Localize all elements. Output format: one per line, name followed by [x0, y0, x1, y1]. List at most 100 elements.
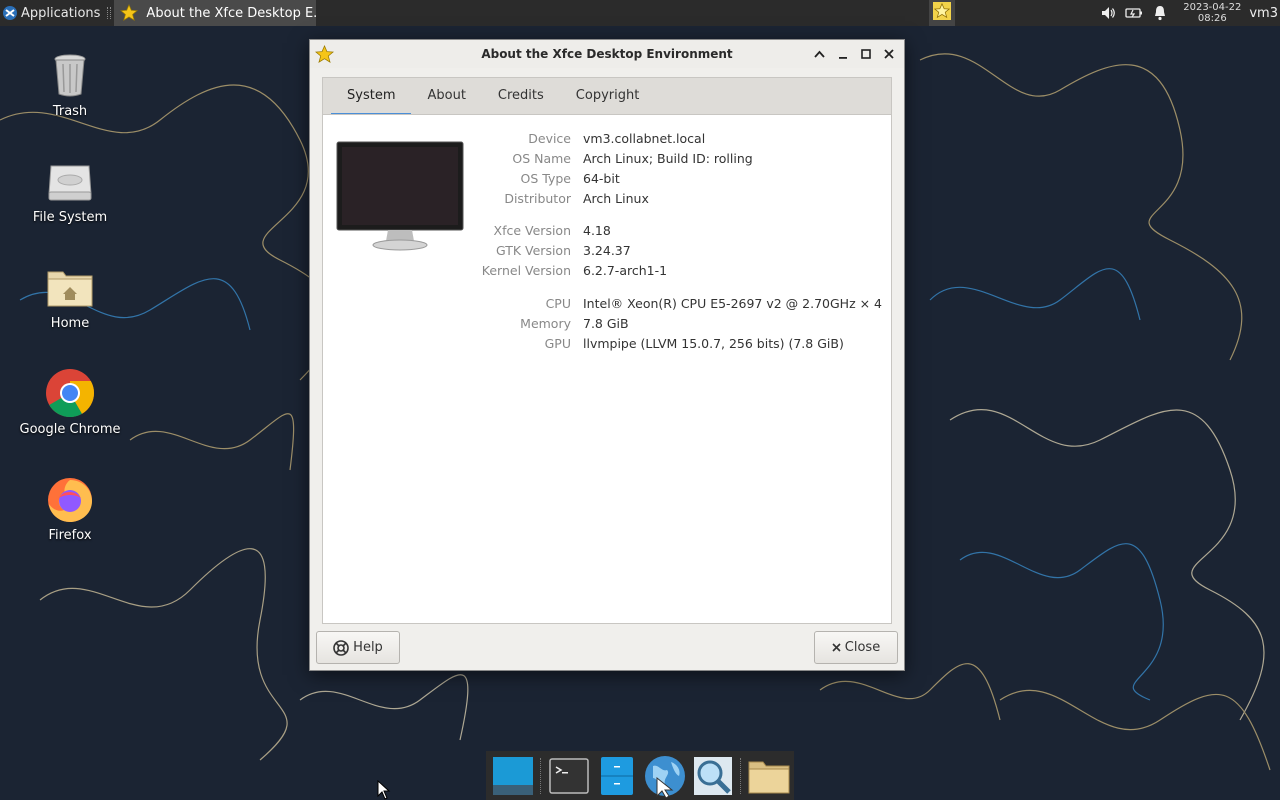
dock-panel [486, 751, 794, 800]
info-key: OS Type [520, 171, 571, 186]
xfce-logo-icon [2, 5, 18, 21]
desktop-icon-label: Google Chrome [19, 422, 121, 437]
panel-separator [104, 0, 114, 26]
star-icon [120, 3, 139, 22]
firefox-icon [48, 478, 92, 522]
info-value: 64-bit [583, 171, 620, 186]
close-icon [883, 49, 894, 59]
web-browser-icon [645, 755, 685, 798]
info-key: Device [528, 131, 571, 146]
desktop-icon-firefox[interactable]: Firefox [15, 474, 125, 543]
tab-credits[interactable]: Credits [482, 78, 560, 115]
desktop-icon-home[interactable]: Home [15, 262, 125, 331]
desktop-icon-trash[interactable]: Trash [15, 50, 125, 119]
maximize-icon [860, 49, 871, 59]
desktop-icon-google-chrome[interactable]: Google Chrome [15, 368, 125, 437]
terminal-icon [549, 757, 589, 794]
top-panel: Applications About the Xfce Desktop E...… [0, 0, 1280, 26]
star-icon [933, 2, 952, 24]
info-row-gpu: GPU llvmpipe (LLVM 15.0.7, 256 bits) (7.… [473, 334, 882, 354]
info-key: Memory [520, 316, 571, 331]
trash-icon [54, 54, 86, 97]
clock-date: 2023-04-22 [1183, 2, 1242, 13]
info-key: OS Name [512, 151, 571, 166]
close-window-button[interactable] [877, 44, 900, 64]
info-row-device: Device vm3.collabnet.local [473, 129, 882, 149]
info-value: vm3.collabnet.local [583, 131, 706, 146]
info-row-os-type: OS Type 64-bit [473, 169, 882, 189]
computer-monitor-icon [336, 141, 464, 251]
dialog-tabs: System About Credits Copyright [322, 77, 892, 116]
dock-search[interactable] [690, 753, 736, 799]
system-info-list: Device vm3.collabnet.local OS Name Arch … [473, 129, 882, 354]
dock-web-browser[interactable] [642, 753, 688, 799]
file-manager-icon [601, 756, 633, 795]
volume-icon[interactable] [1099, 4, 1117, 22]
info-row-kernel-version: Kernel Version 6.2.7-arch1-1 [473, 261, 882, 281]
dock-terminal[interactable] [546, 753, 592, 799]
info-row-memory: Memory 7.8 GiB [473, 314, 882, 334]
tab-about[interactable]: About [411, 78, 481, 115]
drive-icon [48, 165, 92, 201]
info-value: 4.18 [583, 223, 611, 238]
mouse-cursor [377, 780, 391, 800]
info-value: Intel® Xeon(R) CPU E5-2697 v2 @ 2.70GHz … [583, 296, 883, 311]
desktop-icon-file-system[interactable]: File System [15, 156, 125, 225]
help-lifebuoy-icon [333, 639, 349, 656]
search-icon [694, 756, 732, 795]
chrome-icon [46, 369, 95, 418]
info-value: Arch Linux [583, 191, 649, 206]
close-icon [832, 643, 841, 652]
clock[interactable]: 2023-04-22 08:26 [1183, 2, 1241, 24]
desktop-icon-label: File System [32, 210, 108, 225]
applications-label: Applications [21, 5, 101, 21]
about-xfce-dialog: About the Xfce Desktop Environment Syste… [309, 39, 905, 671]
desktop-icon-label: Firefox [48, 528, 92, 543]
chevron-up-icon [814, 50, 825, 58]
taskbar-window-button[interactable]: About the Xfce Desktop E... [114, 0, 317, 26]
info-key: GTK Version [495, 243, 571, 258]
dock-folder[interactable] [746, 753, 792, 799]
taskbar-window-label: About the Xfce Desktop E... [146, 5, 317, 21]
info-key: GPU [544, 336, 571, 351]
info-key: CPU [545, 296, 571, 311]
info-row-xfce-version: Xfce Version 4.18 [473, 221, 882, 241]
minimize-icon [838, 57, 847, 59]
clock-time: 08:26 [1197, 13, 1227, 24]
info-key: Xfce Version [493, 223, 571, 238]
desktop-icon [493, 756, 533, 795]
info-row-cpu: CPU Intel® Xeon(R) CPU E5-2697 v2 @ 2.70… [473, 294, 882, 314]
info-row-distributor: Distributor Arch Linux [473, 189, 882, 209]
close-button[interactable]: Close [814, 631, 898, 664]
maximize-button[interactable] [854, 44, 877, 64]
tab-copyright[interactable]: Copyright [560, 78, 656, 115]
user-menu[interactable]: vm3 [1249, 6, 1278, 21]
tab-system[interactable]: System [331, 78, 412, 116]
info-value: llvmpipe (LLVM 15.0.7, 256 bits) (7.8 Gi… [583, 336, 844, 351]
help-label: Help [353, 640, 383, 655]
info-row-os-name: OS Name Arch Linux; Build ID: rolling [473, 149, 882, 169]
dock-file-manager[interactable] [594, 753, 640, 799]
home-folder-icon [47, 271, 93, 307]
desktop-icon-label: Trash [52, 104, 88, 119]
help-button[interactable]: Help [316, 631, 400, 664]
applications-menu-button[interactable]: Applications [0, 0, 104, 26]
folder-icon [748, 761, 790, 793]
info-row-gtk-version: GTK Version 3.24.37 [473, 241, 882, 261]
desktop-icon-label: Home [50, 316, 90, 331]
star-icon [315, 45, 334, 63]
minimize-button[interactable] [831, 44, 854, 64]
bell-icon[interactable] [1151, 4, 1169, 22]
info-key: Kernel Version [481, 263, 571, 278]
info-key: Distributor [504, 191, 571, 206]
info-value: 7.8 GiB [583, 316, 629, 331]
info-value: 6.2.7-arch1-1 [583, 263, 668, 278]
dock-show-desktop[interactable] [490, 753, 536, 799]
system-tab-panel: Device vm3.collabnet.local OS Name Arch … [322, 114, 892, 624]
info-value: Arch Linux; Build ID: rolling [583, 151, 753, 166]
dialog-titlebar[interactable]: About the Xfce Desktop Environment [310, 40, 904, 68]
shade-button[interactable] [808, 44, 831, 64]
battery-icon[interactable] [1125, 4, 1143, 22]
info-value: 3.24.37 [583, 243, 631, 258]
notification-plugin[interactable] [929, 0, 956, 26]
